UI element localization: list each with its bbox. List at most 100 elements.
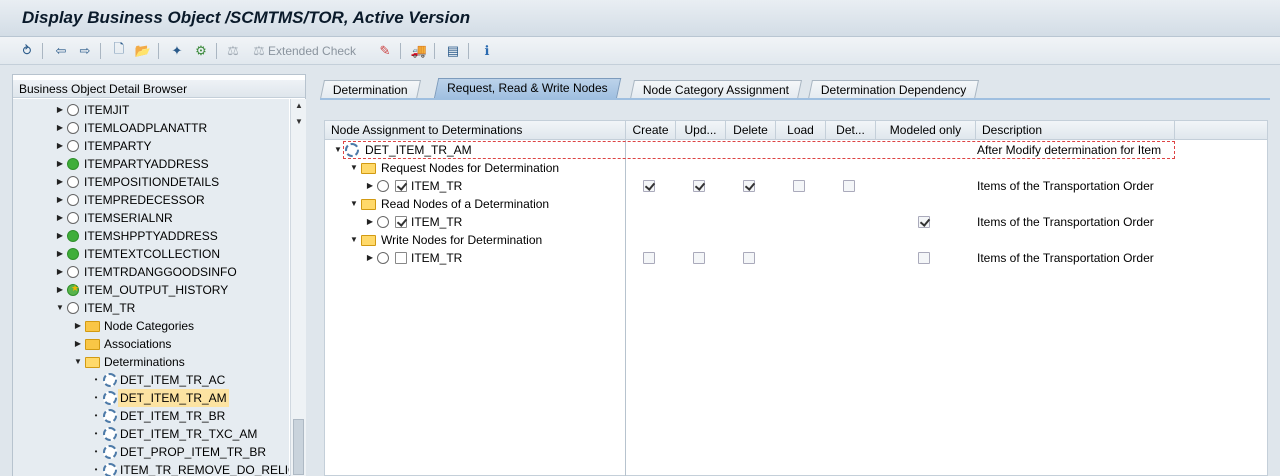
scroll-thumb[interactable] xyxy=(293,419,304,475)
tree-item[interactable]: ▶ ITEMTRDANGGOODSINFO xyxy=(13,263,289,281)
column-header-delete[interactable]: Delete xyxy=(726,121,776,140)
column-header-load[interactable]: Load xyxy=(776,121,826,140)
collapsed-arrow-icon[interactable]: ▶ xyxy=(55,281,65,299)
tree-item[interactable]: ▶ Node Categories xyxy=(13,317,289,335)
node-select-checkbox[interactable] xyxy=(395,180,407,192)
collapsed-arrow-icon[interactable]: ▶ xyxy=(55,245,65,263)
tree-item[interactable]: ▼ ITEM_TR xyxy=(13,299,289,317)
expanded-arrow-icon[interactable]: ▼ xyxy=(349,231,359,249)
tab-request-read-write-nodes[interactable]: Request, Read & Write Nodes xyxy=(433,78,621,99)
activate-icon[interactable]: ⚙ xyxy=(192,42,210,60)
info-icon[interactable]: ℹ xyxy=(478,42,496,60)
create-checkbox[interactable] xyxy=(643,180,655,192)
tab-determination-dependency[interactable]: Determination Dependency xyxy=(807,80,980,99)
check-icon[interactable]: ⚖ xyxy=(224,42,242,60)
tree-item[interactable]: • DET_ITEM_TR_AC xyxy=(13,371,289,389)
collapsed-arrow-icon[interactable]: ▶ xyxy=(365,213,375,231)
table-row[interactable]: ▼ Request Nodes for Determination xyxy=(325,159,1267,177)
expanded-arrow-icon[interactable]: ▼ xyxy=(73,353,83,371)
tree-item[interactable]: • DET_ITEM_TR_BR xyxy=(13,407,289,425)
column-header-det[interactable]: Det... xyxy=(826,121,876,140)
tree-item[interactable]: ▶ ITEMSERIALNR xyxy=(13,209,289,227)
new-document-icon[interactable]: 🗋 xyxy=(110,41,128,60)
collapsed-arrow-icon[interactable]: ▶ xyxy=(55,227,65,245)
tree-item-label: DET_ITEM_TR_AM xyxy=(118,389,229,407)
det-checkbox[interactable] xyxy=(843,180,855,192)
create-checkbox[interactable] xyxy=(643,252,655,264)
column-header-node[interactable]: Node Assignment to Determinations xyxy=(325,121,626,140)
tab-node-category-assignment[interactable]: Node Category Assignment xyxy=(629,80,803,99)
expanded-arrow-icon[interactable]: ▼ xyxy=(349,159,359,177)
toolbar-separator xyxy=(468,43,469,59)
table-row[interactable]: ▼ Write Nodes for Determination xyxy=(325,231,1267,249)
leaf-bullet-icon: • xyxy=(94,429,98,438)
leaf-bullet-icon: • xyxy=(94,393,98,402)
where-used-icon[interactable]: ▤ xyxy=(444,42,462,60)
table-row[interactable]: ▼ Read Nodes of a Determination xyxy=(325,195,1267,213)
update-checkbox[interactable] xyxy=(693,252,705,264)
collapsed-arrow-icon[interactable]: ▶ xyxy=(55,155,65,173)
update-checkbox[interactable] xyxy=(693,180,705,192)
collapsed-arrow-icon[interactable]: ▶ xyxy=(365,249,375,267)
expanded-arrow-icon[interactable]: ▼ xyxy=(349,195,359,213)
collapsed-arrow-icon[interactable]: ▶ xyxy=(55,119,65,137)
node-select-checkbox[interactable] xyxy=(395,252,407,264)
node-select-checkbox[interactable] xyxy=(395,216,407,228)
delete-checkbox[interactable] xyxy=(743,180,755,192)
other-object-icon[interactable]: ⥁ xyxy=(18,42,36,60)
pencil-icon[interactable]: ✎ xyxy=(376,42,394,60)
collapsed-arrow-icon[interactable]: ▶ xyxy=(55,173,65,191)
modeled-checkbox[interactable] xyxy=(918,216,930,228)
tree-item[interactable]: ▶ ITEMPARTYADDRESS xyxy=(13,155,289,173)
leaf-bullet-icon: • xyxy=(94,465,98,474)
tree-item[interactable]: ▶ ITEMLOADPLANATTR xyxy=(13,119,289,137)
collapsed-arrow-icon[interactable]: ▶ xyxy=(55,209,65,227)
tree-item[interactable]: ▶ ITEMPOSITIONDETAILS xyxy=(13,173,289,191)
tree-item[interactable]: ▶ ITEMPREDECESSOR xyxy=(13,191,289,209)
tree-item[interactable]: • ITEM_TR_REMOVE_DO_RELIC xyxy=(13,461,289,476)
collapsed-arrow-icon[interactable]: ▶ xyxy=(55,191,65,209)
load-checkbox[interactable] xyxy=(793,180,805,192)
display-change-icon[interactable]: ✦ xyxy=(168,42,186,60)
extended-check-icon[interactable]: ⚖ xyxy=(250,42,268,60)
forward-arrow-icon[interactable]: ⇨ xyxy=(76,42,94,60)
tree-item[interactable]: ▶ ITEM_OUTPUT_HISTORY xyxy=(13,279,289,299)
tree-item[interactable]: ▶ Associations xyxy=(13,335,289,353)
expanded-arrow-icon[interactable]: ▼ xyxy=(333,141,343,159)
column-header-modeled-only[interactable]: Modeled only xyxy=(876,121,976,140)
transport-icon[interactable]: 🚚 xyxy=(410,42,428,60)
table-row[interactable]: ▶ ITEM_TR Items of the Transportation Orde… xyxy=(325,213,1267,231)
collapsed-arrow-icon[interactable]: ▶ xyxy=(55,137,65,155)
collapsed-arrow-icon[interactable]: ▶ xyxy=(365,177,375,195)
tree-item[interactable]: ▶ ITEMTEXTCOLLECTION xyxy=(13,245,289,263)
tree-item[interactable]: ▶ ITEMSHPPTYADDRESS xyxy=(13,227,289,245)
tree-item[interactable]: ▼ Determinations xyxy=(13,353,289,371)
tree-vertical-scrollbar[interactable]: ▲ ▼ xyxy=(290,99,306,476)
open-folder-icon[interactable]: 📂 xyxy=(134,42,152,60)
collapsed-arrow-icon[interactable]: ▶ xyxy=(73,335,83,353)
expanded-arrow-icon[interactable]: ▼ xyxy=(55,299,65,317)
column-header-create[interactable]: Create xyxy=(626,121,676,140)
table-row[interactable]: ▶ ITEM_TR Items of the Transportation Orde… xyxy=(325,249,1267,267)
collapsed-arrow-icon[interactable]: ▶ xyxy=(55,263,65,281)
collapsed-arrow-icon[interactable]: ▶ xyxy=(55,101,65,119)
tab-determination[interactable]: Determination xyxy=(319,80,421,99)
panel-splitter[interactable] xyxy=(306,74,314,476)
back-arrow-icon[interactable]: ⇦ xyxy=(52,42,70,60)
column-header-description[interactable]: Description xyxy=(976,121,1175,140)
delete-checkbox[interactable] xyxy=(743,252,755,264)
extended-check-button[interactable]: Extended Check xyxy=(268,42,356,60)
toolbar-separator xyxy=(434,43,435,59)
tree-item[interactable]: • DET_ITEM_TR_AM xyxy=(13,389,289,407)
modeled-checkbox[interactable] xyxy=(918,252,930,264)
column-header-update[interactable]: Upd... xyxy=(676,121,726,140)
collapsed-arrow-icon[interactable]: ▶ xyxy=(73,317,83,335)
tree-item[interactable]: • DET_PROP_ITEM_TR_BR xyxy=(13,443,289,461)
tree-item[interactable]: ▶ ITEMJIT xyxy=(13,101,289,119)
table-row[interactable]: ▶ ITEM_TR Items of the Transportation Orde… xyxy=(325,177,1267,195)
scroll-down-icon[interactable]: ▼ xyxy=(291,115,307,129)
tree-item[interactable]: • DET_ITEM_TR_TXC_AM xyxy=(13,425,289,443)
toolbar-separator xyxy=(42,43,43,59)
scroll-up-icon[interactable]: ▲ xyxy=(291,99,307,113)
tree-item[interactable]: ▶ ITEMPARTY xyxy=(13,137,289,155)
